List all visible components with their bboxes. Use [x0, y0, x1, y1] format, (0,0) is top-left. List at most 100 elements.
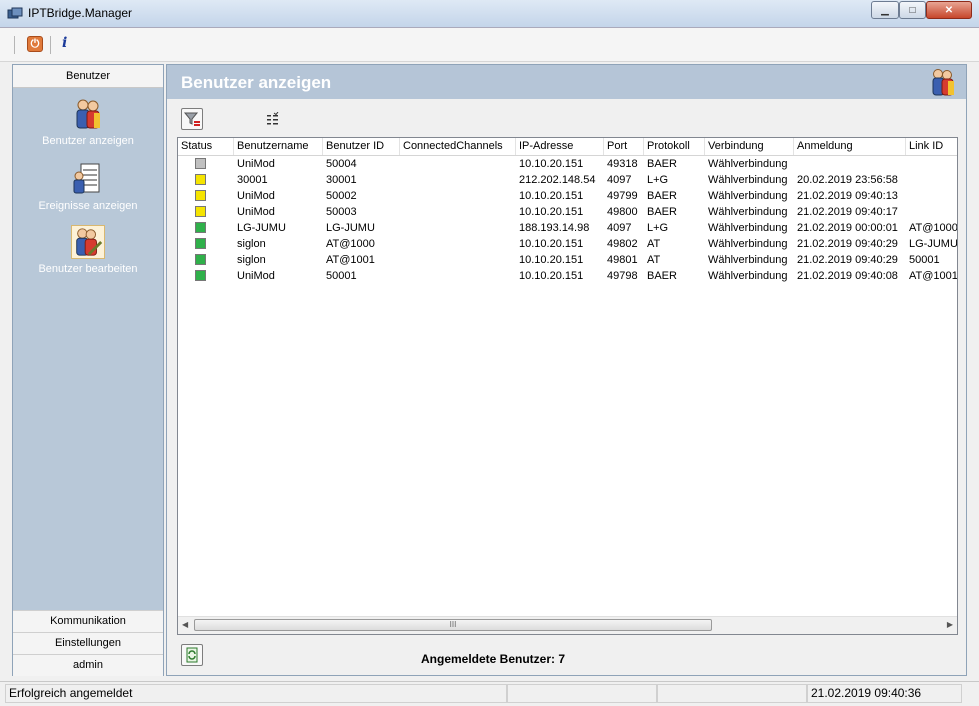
table-row[interactable]: siglon AT@1001 10.10.20.151 49801 AT Wählverb…	[178, 252, 957, 268]
column-header-status[interactable]: Status	[178, 138, 234, 155]
toolbar-separator	[50, 36, 51, 54]
column-header-benutzer-id[interactable]: Benutzer ID	[323, 138, 400, 155]
cell-link	[906, 172, 957, 188]
sidebar-tab-einstellungen[interactable]: Einstellungen	[13, 632, 163, 654]
sidebar-tab-admin[interactable]: admin	[13, 654, 163, 676]
cell-proto: BAER	[647, 270, 677, 282]
cell-port: 49800	[607, 206, 638, 218]
cell-conn: Wählverbindung	[708, 206, 788, 218]
cell-ip: 10.10.20.151	[519, 158, 584, 170]
cell-link	[906, 204, 957, 220]
power-glyph: ⏻	[30, 37, 40, 50]
cell-link	[906, 188, 957, 204]
column-header-port[interactable]: Port	[604, 138, 644, 155]
cell-conn: Wählverbindung	[708, 174, 788, 186]
sidebar-tab-kommunikation[interactable]: Kommunikation	[13, 610, 163, 632]
refresh-button[interactable]	[181, 644, 203, 666]
status-cell-empty	[657, 684, 807, 703]
status-bar: Erfolgreich angemeldet 21.02.2019 09:40:…	[0, 681, 979, 706]
cell-link: AT@1000	[909, 222, 957, 234]
sidebar-item-benutzer-anzeigen[interactable]: Benutzer anzeigen	[13, 97, 163, 147]
cell-conn: Wählverbindung	[708, 222, 788, 234]
cell-user: LG-JUMU	[237, 222, 286, 234]
sidebar: Benutzer Benutzer anzeigen Ereignisse an…	[12, 64, 164, 676]
cell-conn: Wählverbindung	[708, 158, 788, 170]
columns-config-icon[interactable]	[266, 112, 280, 126]
column-header-benutzername[interactable]: Benutzername	[234, 138, 323, 155]
page-title: Benutzer anzeigen	[181, 73, 332, 92]
cell-channels	[400, 220, 516, 236]
table-row[interactable]: UniMod 50003 10.10.20.151 49800 BAER Wählverb…	[178, 204, 957, 220]
minimize-button[interactable]: ▁	[871, 1, 899, 19]
cell-id: LG-JUMU	[326, 222, 375, 234]
sidebar-item-benutzer-bearbeiten[interactable]: Benutzer bearbeiten	[13, 225, 163, 275]
refresh-icon	[186, 647, 198, 663]
table-row[interactable]: UniMod 50002 10.10.20.151 49799 BAER Wählverb…	[178, 188, 957, 204]
cell-ip: 10.10.20.151	[519, 238, 584, 250]
cell-login: 21.02.2019 09:40:17	[797, 206, 898, 218]
table-row[interactable]: 30001 30001 212.202.148.54 4097 L+G Wählverbi…	[178, 172, 957, 188]
cell-login: 21.02.2019 09:40:29	[797, 254, 898, 266]
title-bar: IPTBridge.Manager ▁ □ ✕	[0, 0, 979, 28]
cell-login: 21.02.2019 09:40:13	[797, 190, 898, 202]
sidebar-item-label: Benutzer anzeigen	[42, 135, 134, 147]
users-icon	[76, 99, 100, 129]
minimize-icon: ▁	[881, 4, 889, 16]
cell-link: 50001	[909, 254, 940, 266]
scroll-right-icon[interactable]: ▶	[947, 620, 953, 629]
scroll-left-icon[interactable]: ◀	[182, 620, 188, 629]
table-row[interactable]: UniMod 50004 10.10.20.151 49318 BAER Wählverb…	[178, 156, 957, 172]
table-row[interactable]: LG-JUMU LG-JUMU 188.193.14.98 4097 L+G Wählve…	[178, 220, 957, 236]
status-indicator-icon	[195, 238, 206, 249]
cell-id: 50002	[326, 190, 357, 202]
cell-proto: AT	[647, 238, 661, 250]
column-header-protokoll[interactable]: Protokoll	[644, 138, 705, 155]
column-header-verbindung[interactable]: Verbindung	[705, 138, 794, 155]
cell-port: 49318	[607, 158, 638, 170]
cell-port: 49799	[607, 190, 638, 202]
cell-id: 50004	[326, 158, 357, 170]
column-header-anmeldung[interactable]: Anmeldung	[794, 138, 906, 155]
info-icon[interactable]: i	[62, 35, 72, 53]
cell-user: UniMod	[237, 190, 275, 202]
cell-proto: BAER	[647, 190, 677, 202]
cell-port: 49801	[607, 254, 638, 266]
cell-login: 20.02.2019 23:56:58	[797, 174, 898, 186]
table-row[interactable]: siglon AT@1000 10.10.20.151 49802 AT Wählverb…	[178, 236, 957, 252]
column-header-connectedchannels[interactable]: ConnectedChannels	[400, 138, 516, 155]
cell-conn: Wählverbindung	[708, 238, 788, 250]
status-datetime: 21.02.2019 09:40:36	[807, 684, 962, 703]
cell-login	[794, 156, 906, 172]
cell-port: 4097	[607, 174, 632, 186]
horizontal-scrollbar[interactable]: ◀ III ▶	[178, 616, 957, 634]
column-header-link-id[interactable]: Link ID	[906, 138, 957, 155]
cell-login: 21.02.2019 09:40:29	[797, 238, 898, 250]
status-indicator-icon	[195, 206, 206, 217]
cell-channels	[400, 204, 516, 220]
filter-button[interactable]	[181, 108, 203, 130]
cell-channels	[400, 236, 516, 252]
status-indicator-icon	[195, 190, 206, 201]
maximize-button[interactable]: □	[899, 1, 926, 19]
grip-icon: III	[449, 620, 457, 629]
sidebar-item-ereignisse-anzeigen[interactable]: Ereignisse anzeigen	[13, 162, 163, 212]
events-icon	[73, 163, 100, 194]
cell-user: UniMod	[237, 206, 275, 218]
cell-user: UniMod	[237, 270, 275, 282]
main-panel: Benutzer anzeigen Status Benutzername Be…	[166, 64, 967, 676]
cell-proto: BAER	[647, 158, 677, 170]
cell-channels	[400, 156, 516, 172]
cell-id: 30001	[326, 174, 357, 186]
scrollbar-thumb[interactable]: III	[194, 619, 712, 631]
table-row[interactable]: UniMod 50001 10.10.20.151 49798 BAER Wählverb…	[178, 268, 957, 284]
sidebar-header-benutzer[interactable]: Benutzer	[13, 65, 163, 88]
cell-channels	[400, 188, 516, 204]
cell-login: 21.02.2019 00:00:01	[797, 222, 898, 234]
cell-ip: 10.10.20.151	[519, 270, 584, 282]
cell-proto: L+G	[647, 222, 669, 234]
power-icon[interactable]: ⏻	[27, 36, 43, 52]
status-indicator-icon	[195, 174, 206, 185]
close-button[interactable]: ✕	[926, 1, 972, 19]
column-header-ip-adresse[interactable]: IP-Adresse	[516, 138, 604, 155]
status-indicator-icon	[195, 270, 206, 281]
